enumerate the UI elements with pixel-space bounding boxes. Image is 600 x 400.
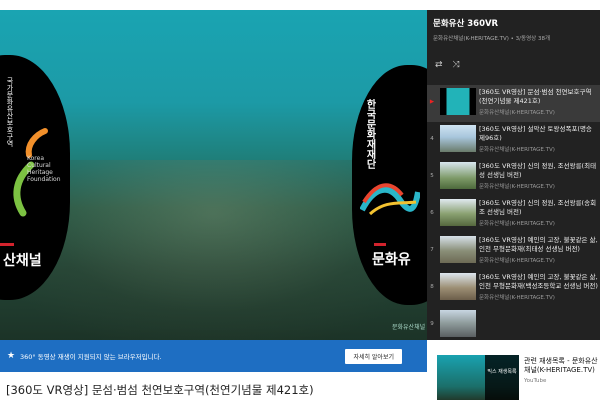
right-banner-vertical-title: 한국문화재재단 <box>364 99 375 169</box>
playlist-item-meta: [360도 VR영상] 문섬·범섬 천연보호구역(천연기념물 제421호) 문화유… <box>479 88 599 116</box>
playlist-item-index: 7 <box>430 247 434 253</box>
playlist-item[interactable]: 6 [360도 VR영상] 신의 정원, 조선왕릉(송회조 선생님 버전) 문화유산… <box>427 196 600 233</box>
playlist-item[interactable]: ▶ [360도 VR영상] 문섬·범섬 천연보호구역(천연기념물 제421호) 문화… <box>427 85 600 122</box>
playlist-item-meta: [360도 VR영상] 예인의 고장, 불꽃같은 삶, 인천 무형문화재(최태성… <box>479 236 599 264</box>
playlist-item-index: 5 <box>430 173 434 179</box>
playlist-item-thumbnail[interactable] <box>440 162 476 189</box>
playlist-controls: ⇄ ⤨ <box>427 55 600 75</box>
unsupported-browser-notice: ★ 360° 동영상 재생이 지원되지 않는 브라우저입니다. 자세히 알아보기 <box>0 340 427 372</box>
right-banner-panel: 한국문화재재단 문화유 <box>352 65 427 305</box>
playlist-item[interactable]: 8 [360도 VR영상] 예인의 고장, 불꽃같은 삶, 인천 무형문화재(백성… <box>427 270 600 307</box>
playlist-item-index: 8 <box>430 284 434 290</box>
playlist-item-channel: 문화유산채널(K-HERITAGE.TV) <box>479 147 555 153</box>
playlist-item[interactable]: 4 [360도 VR영상] 설악산 토왕성폭포(명승 제96호) 문화유산채널(K-… <box>427 122 600 159</box>
playlist-item-title[interactable]: [360도 VR영상] 설악산 토왕성폭포(명승 제96호) <box>479 125 599 143</box>
right-banner-bottom-text: 문화유 <box>372 252 411 268</box>
playlist-item-title[interactable]: [360도 VR영상] 신의 정원, 조선왕릉(송회조 선생님 버전) <box>479 199 599 217</box>
playlist-item-index: 4 <box>430 136 434 142</box>
left-red-mark <box>0 243 14 246</box>
playlist-item-thumbnail[interactable] <box>440 273 476 300</box>
playlist-item-title[interactable]: [360도 VR영상] 신의 정원, 조선왕릉(최태성 선생님 버전) <box>479 162 599 180</box>
playlist-item[interactable]: 9 <box>427 307 600 340</box>
playlist-panel: 문화유산 360VR 문화유산채널(K-HERITAGE.TV) • 3/동영상… <box>427 10 600 340</box>
playlist-item[interactable]: 7 [360도 VR영상] 예인의 고장, 불꽃같은 삶, 인천 무형문화재(최태… <box>427 233 600 270</box>
playlist-item-thumbnail[interactable] <box>440 310 476 337</box>
playlist-item-title[interactable]: [360도 VR영상] 문섬·범섬 천연보호구역(천연기념물 제421호) <box>479 88 599 106</box>
related-overlay-label: 믹스 재생목록 <box>487 369 517 375</box>
related-text: 관련 재생목록 - 문화유산채널(K-HERITAGE.TV) YouTube <box>524 357 600 384</box>
playlist-title[interactable]: 문화유산 360VR <box>433 19 594 30</box>
star-icon: ★ <box>6 351 16 361</box>
playlist-item-thumbnail[interactable] <box>440 88 476 115</box>
playlist-item[interactable]: 5 [360도 VR영상] 신의 정원, 조선왕릉(최태성 선생님 버전) 문화유산… <box>427 159 600 196</box>
playlist-header: 문화유산 360VR 문화유산채널(K-HERITAGE.TV) • 3/동영상… <box>427 10 600 55</box>
notice-message: 360° 동영상 재생이 지원되지 않는 브라우저입니다. <box>20 353 162 361</box>
playlist-item-meta: [360도 VR영상] 예인의 고장, 불꽃같은 삶, 인천 무형문화재(백성조… <box>479 273 599 301</box>
playlist-item-index: ▶ <box>429 99 435 105</box>
playlist-item-meta <box>479 310 599 312</box>
playlist-item-thumbnail[interactable] <box>440 236 476 263</box>
playlist-item-channel: 문화유산채널(K-HERITAGE.TV) <box>479 110 555 116</box>
playlist-item-thumbnail[interactable] <box>440 199 476 226</box>
playlist-item-index: 6 <box>430 210 434 216</box>
playlist-subtitle: 문화유산채널(K-HERITAGE.TV) • 3/동영상 38개 <box>433 36 551 42</box>
playlist-item-channel: 문화유산채널(K-HERITAGE.TV) <box>479 295 555 301</box>
related-channel: YouTube <box>524 378 547 384</box>
right-red-mark <box>374 243 386 246</box>
playlist-item-title[interactable]: [360도 VR영상] 예인의 고장, 불꽃같은 삶, 인천 무형문화재(최태성… <box>479 236 599 254</box>
channel-watermark: 문화유산채널 <box>392 324 426 331</box>
playlist-item-index: 9 <box>430 321 434 327</box>
heritage-ribbon-icon <box>360 183 420 216</box>
page-root: 국가문화유산보호구역 Korea Cultural Heritage Found… <box>0 0 600 400</box>
left-banner-bottom-text: 산채널 <box>3 253 42 269</box>
related-overlay: 믹스 재생목록 <box>485 355 519 400</box>
playlist-item-thumbnail[interactable] <box>440 125 476 152</box>
playlist-item-channel: 문화유산채널(K-HERITAGE.TV) <box>479 184 555 190</box>
related-title[interactable]: 관련 재생목록 - 문화유산채널(K-HERITAGE.TV) <box>524 357 600 375</box>
playlist-item-channel: 문화유산채널(K-HERITAGE.TV) <box>479 221 555 227</box>
video-player[interactable]: 국가문화유산보호구역 Korea Cultural Heritage Found… <box>0 10 427 340</box>
playlist-item-meta: [360도 VR영상] 설악산 토왕성폭포(명승 제96호) 문화유산채널(K-H… <box>479 125 599 153</box>
playlist-item-meta: [360도 VR영상] 신의 정원, 조선왕릉(송회조 선생님 버전) 문화유산채… <box>479 199 599 227</box>
learn-more-button[interactable]: 자세히 알아보기 <box>345 348 402 364</box>
playlist-items: ▶ [360도 VR영상] 문섬·범섬 천연보호구역(천연기념물 제421호) 문화… <box>427 85 600 340</box>
playlist-item-channel: 문화유산채널(K-HERITAGE.TV) <box>479 258 555 264</box>
related-playlist-card[interactable]: 믹스 재생목록 관련 재생목록 - 문화유산채널(K-HERITAGE.TV) … <box>437 345 600 400</box>
video-title: [360도 VR영상] 문섬·범섬 천연보호구역(천연기념물 제421호) <box>6 383 314 397</box>
playlist-item-meta: [360도 VR영상] 신의 정원, 조선왕릉(최태성 선생님 버전) 문화유산채… <box>479 162 599 190</box>
repeat-icon[interactable]: ⇄ <box>435 60 443 70</box>
shuffle-icon[interactable]: ⤨ <box>453 60 460 70</box>
foundation-name: Korea Cultural Heritage Foundation <box>27 155 61 183</box>
playlist-item-title[interactable]: [360도 VR영상] 예인의 고장, 불꽃같은 삶, 인천 무형문화재(백성조… <box>479 273 599 291</box>
